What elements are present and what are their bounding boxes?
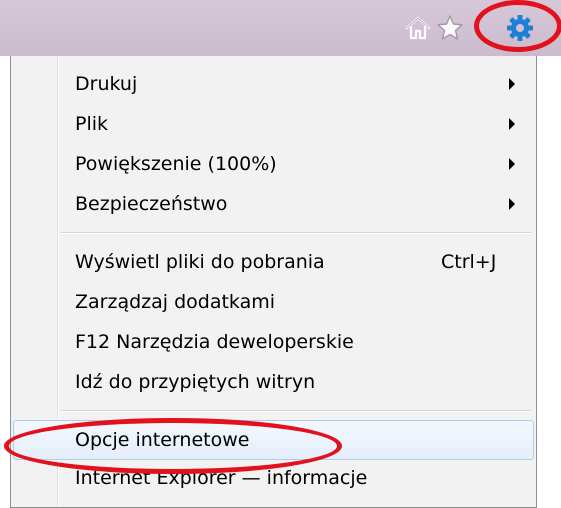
menu-item-about-ie[interactable]: Internet Explorer — informacje: [13, 458, 534, 498]
menu-item-zoom[interactable]: Powiększenie (100%): [13, 144, 534, 184]
menu-item-internet-options[interactable]: Opcje internetowe: [13, 420, 534, 460]
submenu-arrow-icon: [509, 118, 515, 130]
menu-item-label: F12 Narzędzia deweloperskie: [75, 331, 354, 353]
menu-item-safety[interactable]: Bezpieczeństwo: [13, 184, 534, 224]
menu-item-shortcut: Ctrl+J: [441, 251, 497, 273]
menu-item-label: Powiększenie (100%): [75, 153, 277, 175]
menu-item-label: Bezpieczeństwo: [75, 193, 228, 215]
browser-toolbar: [0, 0, 561, 56]
menu-item-label: Opcje internetowe: [75, 429, 250, 451]
menu-item-label: Drukuj: [75, 73, 138, 95]
menu-item-label: Plik: [75, 113, 109, 135]
menu-separator-light: [61, 411, 532, 412]
menu-item-label: Wyświetl pliki do pobrania: [75, 251, 325, 273]
menu-item-print[interactable]: Drukuj: [13, 64, 534, 104]
submenu-arrow-icon: [509, 198, 515, 210]
gear-icon[interactable]: [505, 13, 535, 43]
menu-item-label: Zarządzaj dodatkami: [75, 291, 276, 313]
menu-item-developer-tools[interactable]: F12 Narzędzia deweloperskie: [13, 322, 534, 362]
menu-item-file[interactable]: Plik: [13, 104, 534, 144]
submenu-arrow-icon: [509, 158, 515, 170]
submenu-arrow-icon: [509, 78, 515, 90]
menu-item-pinned-sites[interactable]: Idź do przypiętych witryn: [13, 362, 534, 402]
tools-menu: Drukuj Plik Powiększenie (100%) Bezpiecz…: [10, 56, 537, 508]
menu-separator-light: [61, 233, 532, 234]
menu-item-label: Internet Explorer — informacje: [75, 467, 368, 489]
menu-item-label: Idź do przypiętych witryn: [75, 371, 316, 393]
star-icon[interactable]: [435, 13, 465, 43]
menu-item-manage-addons[interactable]: Zarządzaj dodatkami: [13, 282, 534, 322]
home-icon[interactable]: [403, 13, 433, 43]
menu-item-view-downloads[interactable]: Wyświetl pliki do pobrania Ctrl+J: [13, 242, 534, 282]
